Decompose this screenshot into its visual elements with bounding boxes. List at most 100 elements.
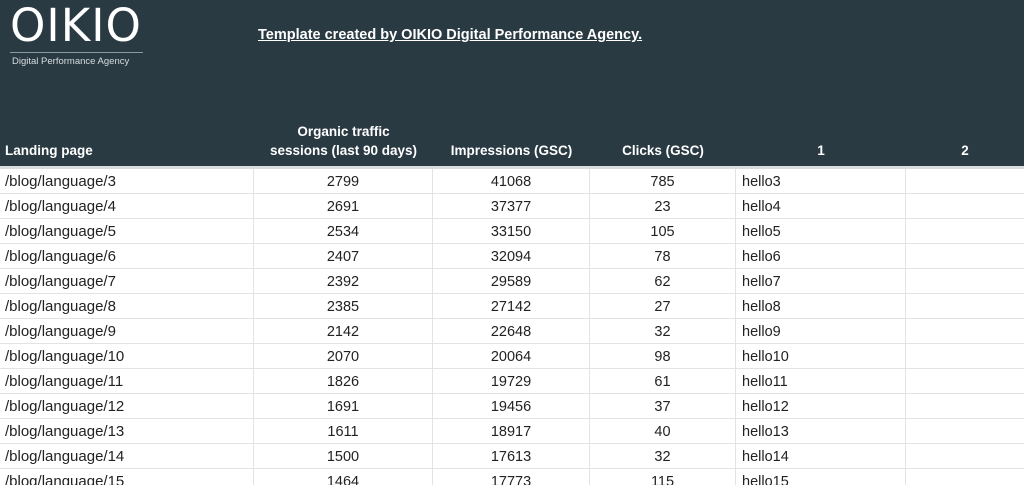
- cell-sessions[interactable]: 1500: [254, 444, 433, 469]
- logo-divider: [10, 52, 143, 53]
- table-row: /blog/language/3 2799 41068 785 hello3: [0, 169, 1024, 194]
- cell-sessions[interactable]: 2142: [254, 319, 433, 344]
- cell-col-1[interactable]: hello11: [736, 369, 906, 394]
- cell-col-1[interactable]: hello7: [736, 269, 906, 294]
- cell-sessions[interactable]: 1691: [254, 394, 433, 419]
- cell-col-1[interactable]: hello9: [736, 319, 906, 344]
- cell-impressions[interactable]: 29589: [433, 269, 590, 294]
- cell-col-1[interactable]: hello8: [736, 294, 906, 319]
- table-row: /blog/language/4 2691 37377 23 hello4: [0, 194, 1024, 219]
- cell-clicks[interactable]: 61: [590, 369, 736, 394]
- header-impressions[interactable]: Impressions (GSC): [433, 141, 590, 160]
- table-row: /blog/language/12 1691 19456 37 hello12: [0, 394, 1024, 419]
- cell-col-2[interactable]: [906, 269, 1024, 294]
- cell-col-1[interactable]: hello15: [736, 469, 906, 485]
- cell-impressions[interactable]: 18917: [433, 419, 590, 444]
- table-row: /blog/language/11 1826 19729 61 hello11: [0, 369, 1024, 394]
- cell-impressions[interactable]: 17773: [433, 469, 590, 485]
- cell-col-2[interactable]: [906, 369, 1024, 394]
- cell-clicks[interactable]: 115: [590, 469, 736, 485]
- table-row: /blog/language/10 2070 20064 98 hello10: [0, 344, 1024, 369]
- cell-landing-page[interactable]: /blog/language/10: [0, 344, 254, 369]
- cell-col-2[interactable]: [906, 219, 1024, 244]
- cell-clicks[interactable]: 32: [590, 319, 736, 344]
- cell-landing-page[interactable]: /blog/language/8: [0, 294, 254, 319]
- cell-impressions[interactable]: 41068: [433, 169, 590, 194]
- cell-col-1[interactable]: hello6: [736, 244, 906, 269]
- cell-sessions[interactable]: 1826: [254, 369, 433, 394]
- cell-col-2[interactable]: [906, 344, 1024, 369]
- table-row: /blog/language/5 2534 33150 105 hello5: [0, 219, 1024, 244]
- cell-landing-page[interactable]: /blog/language/9: [0, 319, 254, 344]
- cell-col-1[interactable]: hello4: [736, 194, 906, 219]
- cell-clicks[interactable]: 32: [590, 444, 736, 469]
- cell-landing-page[interactable]: /blog/language/15: [0, 469, 254, 485]
- cell-sessions[interactable]: 2070: [254, 344, 433, 369]
- cell-col-2[interactable]: [906, 169, 1024, 194]
- cell-col-1[interactable]: hello13: [736, 419, 906, 444]
- cell-col-1[interactable]: hello5: [736, 219, 906, 244]
- cell-col-1[interactable]: hello10: [736, 344, 906, 369]
- cell-clicks[interactable]: 78: [590, 244, 736, 269]
- cell-clicks[interactable]: 23: [590, 194, 736, 219]
- cell-sessions[interactable]: 2534: [254, 219, 433, 244]
- cell-col-2[interactable]: [906, 319, 1024, 344]
- cell-sessions[interactable]: 2799: [254, 169, 433, 194]
- cell-col-2[interactable]: [906, 294, 1024, 319]
- header-organic-traffic[interactable]: Organic traffic sessions (last 90 days): [254, 122, 433, 160]
- cell-clicks[interactable]: 40: [590, 419, 736, 444]
- header-landing-page[interactable]: Landing page: [5, 141, 93, 160]
- cell-col-1[interactable]: hello3: [736, 169, 906, 194]
- cell-impressions[interactable]: 33150: [433, 219, 590, 244]
- cell-sessions[interactable]: 1464: [254, 469, 433, 485]
- cell-col-2[interactable]: [906, 444, 1024, 469]
- cell-col-2[interactable]: [906, 394, 1024, 419]
- cell-impressions[interactable]: 32094: [433, 244, 590, 269]
- cell-impressions[interactable]: 19729: [433, 369, 590, 394]
- cell-sessions[interactable]: 1611: [254, 419, 433, 444]
- header-col-2[interactable]: 2: [906, 141, 1024, 160]
- sheet-header: OIKIO Digital Performance Agency Templat…: [0, 0, 1024, 166]
- oikio-logo: OIKIO Digital Performance Agency: [10, 3, 150, 67]
- cell-landing-page[interactable]: /blog/language/4: [0, 194, 254, 219]
- cell-sessions[interactable]: 2392: [254, 269, 433, 294]
- cell-impressions[interactable]: 37377: [433, 194, 590, 219]
- cell-clicks[interactable]: 27: [590, 294, 736, 319]
- template-credit-link[interactable]: Template created by OIKIO Digital Perfor…: [258, 27, 642, 43]
- cell-col-2[interactable]: [906, 419, 1024, 444]
- header-col-1[interactable]: 1: [736, 141, 906, 160]
- cell-clicks[interactable]: 37: [590, 394, 736, 419]
- header-clicks[interactable]: Clicks (GSC): [590, 141, 736, 160]
- cell-clicks[interactable]: 62: [590, 269, 736, 294]
- cell-landing-page[interactable]: /blog/language/6: [0, 244, 254, 269]
- cell-landing-page[interactable]: /blog/language/7: [0, 269, 254, 294]
- cell-col-2[interactable]: [906, 244, 1024, 269]
- logo-wordmark: OIKIO: [10, 0, 142, 52]
- cell-impressions[interactable]: 19456: [433, 394, 590, 419]
- data-grid: /blog/language/3 2799 41068 785 hello3/blog/…: [0, 169, 1024, 485]
- cell-sessions[interactable]: 2385: [254, 294, 433, 319]
- cell-sessions[interactable]: 2691: [254, 194, 433, 219]
- table-row: /blog/language/7 2392 29589 62 hello7: [0, 269, 1024, 294]
- cell-landing-page[interactable]: /blog/language/11: [0, 369, 254, 394]
- cell-col-1[interactable]: hello12: [736, 394, 906, 419]
- column-header-row: Landing page Organic traffic sessions (l…: [0, 116, 1024, 166]
- cell-landing-page[interactable]: /blog/language/3: [0, 169, 254, 194]
- cell-col-2[interactable]: [906, 194, 1024, 219]
- cell-col-2[interactable]: [906, 469, 1024, 485]
- cell-impressions[interactable]: 22648: [433, 319, 590, 344]
- cell-landing-page[interactable]: /blog/language/12: [0, 394, 254, 419]
- cell-landing-page[interactable]: /blog/language/5: [0, 219, 254, 244]
- cell-impressions[interactable]: 17613: [433, 444, 590, 469]
- cell-clicks[interactable]: 98: [590, 344, 736, 369]
- cell-sessions[interactable]: 2407: [254, 244, 433, 269]
- cell-col-1[interactable]: hello14: [736, 444, 906, 469]
- table-row: /blog/language/6 2407 32094 78 hello6: [0, 244, 1024, 269]
- cell-clicks[interactable]: 105: [590, 219, 736, 244]
- cell-landing-page[interactable]: /blog/language/14: [0, 444, 254, 469]
- table-row: /blog/language/14 1500 17613 32 hello14: [0, 444, 1024, 469]
- cell-landing-page[interactable]: /blog/language/13: [0, 419, 254, 444]
- cell-impressions[interactable]: 20064: [433, 344, 590, 369]
- cell-impressions[interactable]: 27142: [433, 294, 590, 319]
- cell-clicks[interactable]: 785: [590, 169, 736, 194]
